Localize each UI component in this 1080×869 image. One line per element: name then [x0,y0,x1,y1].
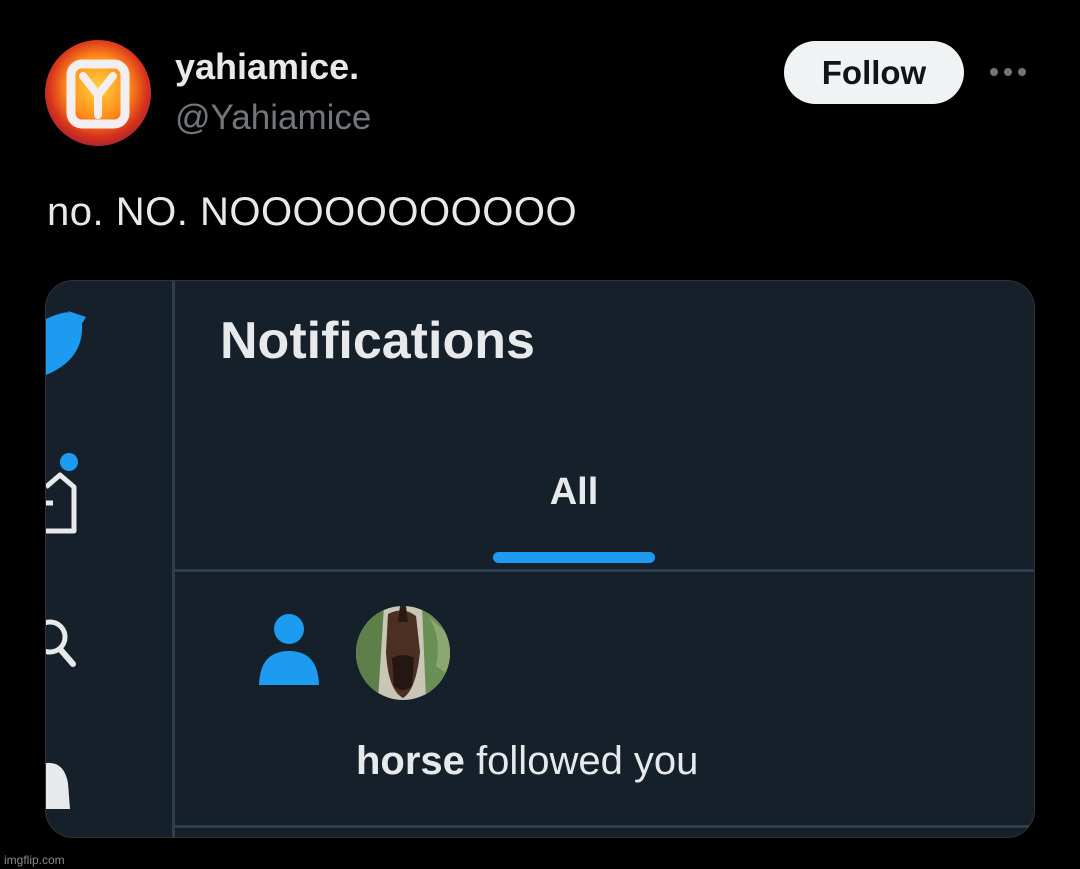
horse-avatar[interactable] [356,606,450,700]
watermark: imgflip.com [4,853,65,867]
bell-icon[interactable] [46,759,86,819]
twitter-bird-icon [46,311,86,375]
row-divider [172,825,1034,828]
tab-divider [172,569,1034,572]
search-icon[interactable] [46,619,86,679]
notification-username[interactable]: horse [356,739,465,783]
display-name[interactable]: yahiamice. [175,46,359,88]
sidebar [46,281,175,837]
tab-all-label: All [549,471,599,513]
notification-action: followed you [476,739,699,783]
tweet-text: no. NO. NOOOOOOOOOOO [47,190,578,234]
tweet-media-screenshot[interactable]: Notifications All horse followed you [45,280,1035,838]
user-handle[interactable]: @Yahiamice [175,98,371,138]
profile-avatar[interactable] [45,40,151,146]
follow-button[interactable]: Follow [784,41,964,104]
notifications-title: Notifications [220,312,535,370]
tab-all[interactable]: All [493,471,655,571]
yahiamice-logo-icon [66,59,130,129]
person-icon [259,614,319,685]
notification-text[interactable]: horse followed you [356,739,698,784]
home-icon [46,453,78,534]
more-options-icon[interactable] [990,64,1034,80]
tab-active-indicator [493,552,655,563]
